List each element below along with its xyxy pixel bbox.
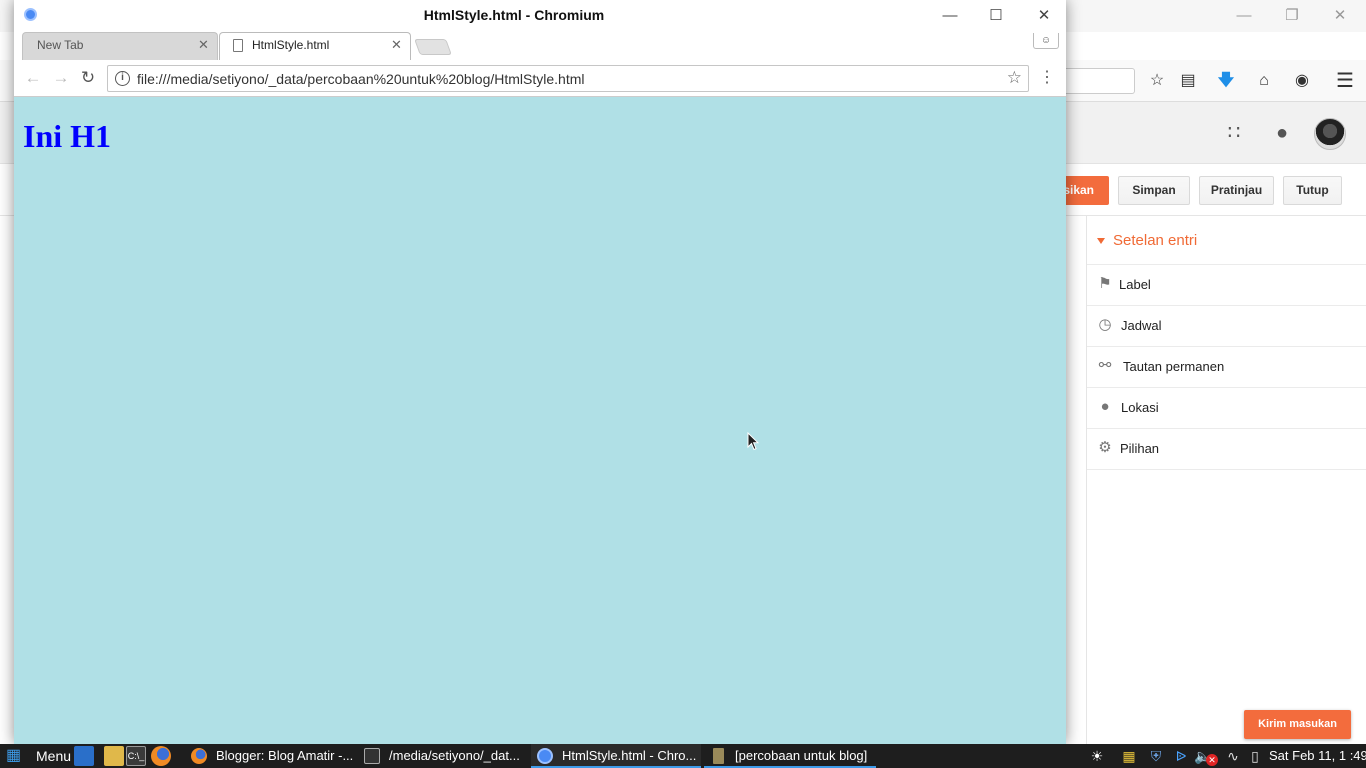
reload-icon[interactable]: ↻ bbox=[77, 67, 99, 89]
firefox-icon bbox=[191, 748, 207, 764]
close-tab-icon[interactable]: ✕ bbox=[391, 37, 402, 53]
folder-icon bbox=[713, 748, 724, 764]
page-viewport: Ini H1 bbox=[14, 97, 1066, 744]
clock[interactable]: Sat Feb 11, 1 :49 bbox=[1269, 744, 1366, 768]
bookmark-star-icon[interactable]: ☆ bbox=[1146, 70, 1168, 92]
chromium-toolbar: ← → ↻ i file:///media/setiyono/_data/per… bbox=[14, 60, 1066, 97]
chromium-titlebar: HtmlStyle.html - Chromium — ☐ ✕ bbox=[14, 0, 1066, 32]
page-heading: Ini H1 bbox=[23, 118, 112, 154]
page-file-icon bbox=[233, 39, 243, 52]
preview-button[interactable]: Pratinjau bbox=[1199, 176, 1274, 205]
profile-icon[interactable]: ☺ bbox=[1033, 33, 1059, 49]
minimize-icon[interactable]: — bbox=[935, 4, 965, 28]
windows-logo-icon: ▦ bbox=[6, 747, 22, 764]
terminal-icon bbox=[364, 748, 380, 764]
terminal-icon[interactable]: C:\_ bbox=[126, 746, 146, 766]
muted-badge-icon: ✕ bbox=[1206, 754, 1218, 766]
divider bbox=[1087, 469, 1366, 470]
new-tab-button[interactable] bbox=[414, 39, 452, 55]
avatar[interactable] bbox=[1314, 118, 1346, 150]
post-settings-title[interactable]: Setelan entri bbox=[1097, 228, 1197, 254]
battery-icon[interactable]: ▯ bbox=[1246, 747, 1264, 765]
task-chromium[interactable]: HtmlStyle.html - Chro... bbox=[531, 744, 701, 768]
package-updates-icon[interactable]: ▦ bbox=[1120, 747, 1138, 765]
download-arrow-icon[interactable]: 🡇 bbox=[1215, 70, 1237, 92]
notifications-bell-icon[interactable]: ● bbox=[1269, 120, 1295, 146]
reader-list-icon[interactable]: ▤ bbox=[1177, 70, 1199, 92]
setting-row-permalink[interactable]: ⚯ Tautan permanen bbox=[1087, 347, 1366, 387]
tab-new-tab[interactable]: New Tab ✕ bbox=[22, 32, 218, 60]
forward-arrow-icon[interactable]: → bbox=[50, 67, 72, 89]
address-bar[interactable]: i file:///media/setiyono/_data/percobaan… bbox=[107, 65, 1029, 92]
maximize-icon[interactable]: ☐ bbox=[981, 4, 1011, 28]
show-desktop-icon[interactable] bbox=[74, 746, 94, 766]
close-button[interactable]: Tutup bbox=[1283, 176, 1342, 205]
task-terminal[interactable]: /media/setiyono/_dat... bbox=[358, 744, 528, 768]
send-feedback-button[interactable]: Kirim masukan bbox=[1244, 710, 1351, 739]
close-window-icon[interactable]: ✕ bbox=[1029, 4, 1059, 28]
task-folder[interactable]: [percobaan untuk blog] bbox=[704, 744, 876, 768]
collapse-triangle-icon bbox=[1097, 238, 1105, 245]
firefox-restore-icon[interactable]: ❐ bbox=[1268, 4, 1316, 28]
info-icon[interactable]: i bbox=[115, 71, 130, 86]
close-tab-icon[interactable]: ✕ bbox=[198, 37, 209, 53]
task-blogger[interactable]: Blogger: Blog Amatir -... bbox=[185, 744, 355, 768]
setting-row-location[interactable]: ● Lokasi bbox=[1087, 388, 1366, 428]
firefox-close-icon[interactable]: ✕ bbox=[1316, 4, 1364, 28]
clock-icon: ◷ bbox=[1098, 316, 1112, 333]
tab-htmlstyle[interactable]: HtmlStyle.html ✕ bbox=[219, 32, 411, 60]
mouse-cursor-icon bbox=[747, 432, 759, 451]
hamburger-menu-icon[interactable]: ☰ bbox=[1334, 70, 1356, 92]
setting-row-schedule[interactable]: ◷ Jadwal bbox=[1087, 306, 1366, 346]
setting-row-label[interactable]: ⚑ Label bbox=[1087, 265, 1366, 305]
kebab-menu-icon[interactable]: ⋮ bbox=[1038, 67, 1056, 89]
pocket-icon[interactable]: ◉ bbox=[1291, 70, 1313, 92]
firefox-search-box[interactable] bbox=[1065, 68, 1135, 94]
wifi-icon[interactable]: ∿ bbox=[1224, 747, 1242, 765]
chromium-icon bbox=[537, 748, 553, 764]
bluetooth-icon[interactable]: ᐉ bbox=[1172, 747, 1190, 765]
url-text[interactable]: file:///media/setiyono/_data/percobaan%2… bbox=[137, 71, 584, 87]
chromium-window: HtmlStyle.html - Chromium — ☐ ✕ New Tab … bbox=[14, 0, 1066, 744]
apps-grid-icon[interactable]: ∷ bbox=[1221, 120, 1247, 146]
shield-icon[interactable]: ⛨ bbox=[1147, 747, 1165, 765]
tab-strip: New Tab ✕ HtmlStyle.html ✕ ☺ bbox=[14, 32, 1066, 60]
location-pin-icon: ● bbox=[1100, 398, 1110, 415]
firefox-minimize-icon[interactable]: — bbox=[1220, 4, 1268, 28]
back-arrow-icon[interactable]: ← bbox=[22, 67, 44, 89]
save-button[interactable]: Simpan bbox=[1118, 176, 1190, 205]
setting-row-options[interactable]: ⚙ Pilihan bbox=[1087, 429, 1366, 469]
file-manager-icon[interactable] bbox=[104, 746, 124, 766]
tag-icon: ⚑ bbox=[1098, 275, 1112, 292]
home-icon[interactable]: ⌂ bbox=[1253, 70, 1275, 92]
window-title: HtmlStyle.html - Chromium bbox=[423, 7, 605, 23]
start-menu-button[interactable]: ▦ Menu bbox=[4, 746, 71, 766]
link-icon: ⚯ bbox=[1098, 357, 1112, 374]
taskbar: ▦ Menu C:\_ Blogger: Blog Amatir -... /m… bbox=[0, 744, 1366, 768]
firefox-icon[interactable] bbox=[151, 746, 171, 766]
bookmark-star-icon[interactable]: ☆ bbox=[1007, 68, 1022, 88]
gear-icon: ⚙ bbox=[1098, 439, 1112, 456]
brightness-icon[interactable]: ☀ bbox=[1088, 747, 1106, 765]
